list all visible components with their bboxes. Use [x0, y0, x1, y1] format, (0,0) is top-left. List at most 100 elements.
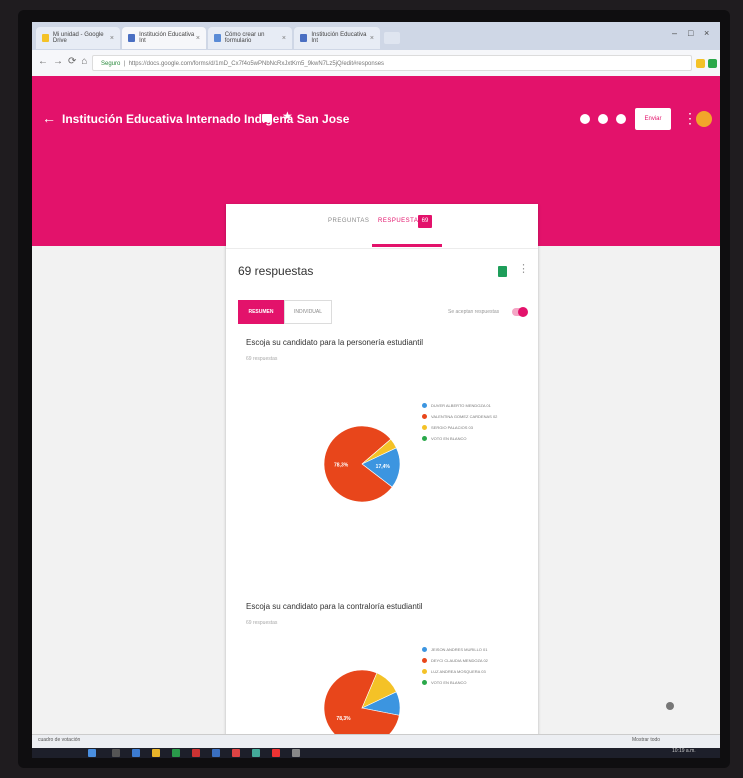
individual-button[interactable]: INDIVIDUAL	[284, 300, 332, 324]
legend-label: VALENTINA GOMEZ CARDENAS 02	[431, 414, 498, 419]
chart-legend: DUVER ALBERTO MENDOZA 01 VALENTINA GOMEZ…	[422, 400, 497, 444]
responses-card: PREGUNTAS RESPUESTAS 69 69 respuestas ⋮ …	[226, 204, 538, 758]
legend-swatch	[422, 436, 427, 441]
star-icon[interactable]: ★	[282, 109, 293, 123]
taskbar-app-icon[interactable]	[232, 749, 240, 757]
monitor-frame: Mi unidad - Google Drive × Institución E…	[18, 10, 730, 768]
windows-start-icon[interactable]	[88, 749, 96, 757]
pie-chart: 78,3% 17,4%	[323, 425, 401, 503]
drive-icon	[42, 34, 49, 42]
legend-item: VOTO EN BLANCO	[422, 433, 497, 444]
question-title: Escoja su candidato para la personería e…	[246, 338, 423, 347]
browser-tab-bar: Mi unidad - Google Drive × Institución E…	[32, 22, 720, 50]
taskbar-app-icon[interactable]	[132, 749, 140, 757]
browser-tab-label: Cómo crear un formulario	[224, 32, 265, 44]
question-subtitle: 69 respuestas	[246, 620, 278, 626]
os-taskbar: 10:19 a.m.	[32, 748, 720, 758]
legend-swatch	[422, 403, 427, 408]
taskbar-app-icon[interactable]	[252, 749, 260, 757]
forms-icon	[128, 34, 136, 42]
address-bar: ←→⟳⌂ Seguro | https://docs.google.com/fo…	[32, 50, 720, 77]
pie-slice-label: 78,3%	[334, 463, 349, 469]
question-subtitle: 69 respuestas	[246, 356, 278, 362]
legend-swatch	[422, 414, 427, 419]
download-bar: cuadro de votación Mostrar todo	[32, 734, 720, 749]
forms-icon	[300, 34, 308, 42]
question-title: Escoja su candidato para la contraloría …	[246, 602, 423, 611]
browser-tab-active[interactable]: Institución Educativa Int ×	[122, 27, 206, 49]
page-icon	[214, 34, 221, 42]
chart-legend: JEISON ANDRES MURILLO 01 DEYCI CLAUDIA M…	[422, 644, 488, 688]
close-icon[interactable]: ×	[110, 35, 114, 42]
secure-label: Seguro	[101, 61, 121, 67]
summary-button[interactable]: RESUMEN	[238, 300, 284, 324]
accepting-responses-toggle[interactable]	[512, 307, 528, 317]
browser-tab[interactable]: Institución Educativa Int ×	[294, 27, 380, 49]
folder-icon[interactable]	[262, 114, 272, 122]
form-tabs: PREGUNTAS RESPUESTAS 69	[226, 204, 538, 249]
browser-tab-label: Mi unidad - Google Drive	[52, 32, 104, 44]
close-window-icon[interactable]: ×	[704, 28, 709, 38]
tab-responses[interactable]: RESPUESTAS	[378, 218, 423, 224]
download-item[interactable]: cuadro de votación	[38, 737, 80, 743]
legend-item: DEYCI CLAUDIA MENDOZA 02	[422, 655, 488, 666]
browser-tab[interactable]: Mi unidad - Google Drive ×	[36, 27, 120, 49]
legend-swatch	[422, 647, 427, 652]
help-button[interactable]	[666, 702, 674, 710]
back-arrow-icon[interactable]: ←	[42, 110, 56, 126]
active-tab-indicator	[372, 244, 442, 247]
close-icon[interactable]: ×	[196, 35, 200, 42]
avatar[interactable]	[696, 111, 712, 127]
sheets-icon[interactable]	[498, 266, 507, 277]
accepting-responses-label: Se aceptan respuestas	[448, 309, 500, 315]
show-all-downloads[interactable]: Mostrar todo	[632, 737, 660, 743]
folder-icon[interactable]	[152, 749, 160, 757]
legend-label: DEYCI CLAUDIA MENDOZA 02	[431, 658, 488, 663]
more-vert-icon[interactable]: ⋮	[683, 110, 697, 127]
responses-count: 69 respuestas	[238, 264, 314, 278]
minimize-icon[interactable]: –	[672, 28, 677, 38]
legend-item: VALENTINA GOMEZ CARDENAS 02	[422, 411, 497, 422]
browser-tab-label: Institución Educativa Int	[139, 32, 195, 44]
legend-item: SERGIO PALACIOS 03	[422, 422, 497, 433]
tab-questions[interactable]: PREGUNTAS	[328, 218, 369, 224]
legend-label: VOTO EN BLANCO	[431, 680, 467, 685]
nav-buttons[interactable]: ←→⟳⌂	[38, 56, 92, 67]
clock: 10:19 a.m.	[672, 748, 696, 754]
legend-label: LUZ ANDREA MOSQUERA 03	[431, 669, 486, 674]
legend-item: JEISON ANDRES MURILLO 01	[422, 644, 488, 655]
legend-label: SERGIO PALACIOS 03	[431, 425, 473, 430]
taskbar-app-icon[interactable]	[212, 749, 220, 757]
url-text: https://docs.google.com/forms/d/1mD_Cx7f…	[128, 61, 385, 67]
send-button[interactable]: Enviar	[635, 108, 671, 130]
taskbar-app-icon[interactable]	[172, 749, 180, 757]
extension-icon[interactable]	[708, 59, 717, 68]
chrome-icon[interactable]	[272, 749, 280, 757]
pie-slice-label: 78,3%	[336, 716, 351, 722]
responses-badge: 69	[418, 215, 432, 228]
legend-item: VOTO EN BLANCO	[422, 677, 488, 688]
preview-eye-icon[interactable]	[598, 114, 608, 124]
new-tab-button[interactable]	[384, 32, 400, 44]
url-input[interactable]: Seguro | https://docs.google.com/forms/d…	[92, 55, 692, 71]
browser-tab[interactable]: Cómo crear un formulario ×	[208, 27, 292, 49]
palette-icon[interactable]	[580, 114, 590, 124]
more-vert-icon[interactable]: ⋮	[518, 262, 529, 275]
legend-swatch	[422, 680, 427, 685]
form-title: Institución Educativa Internado Indígena…	[62, 112, 350, 126]
legend-item: LUZ ANDREA MOSQUERA 03	[422, 666, 488, 677]
pie-slice-label: 17,4%	[376, 464, 391, 470]
browser-tab-label: Institución Educativa Int	[311, 32, 367, 44]
maximize-icon[interactable]: □	[688, 28, 693, 38]
screen: Mi unidad - Google Drive × Institución E…	[32, 22, 720, 758]
gear-icon[interactable]	[616, 114, 626, 124]
legend-label: JEISON ANDRES MURILLO 01	[431, 647, 488, 652]
legend-item: DUVER ALBERTO MENDOZA 01	[422, 400, 497, 411]
search-icon[interactable]	[112, 749, 120, 757]
taskbar-app-icon[interactable]	[292, 749, 300, 757]
close-icon[interactable]: ×	[282, 35, 286, 42]
extension-icon[interactable]	[696, 59, 705, 68]
pie-chart: 78,3%	[323, 669, 401, 734]
taskbar-app-icon[interactable]	[192, 749, 200, 757]
close-icon[interactable]: ×	[370, 35, 374, 42]
